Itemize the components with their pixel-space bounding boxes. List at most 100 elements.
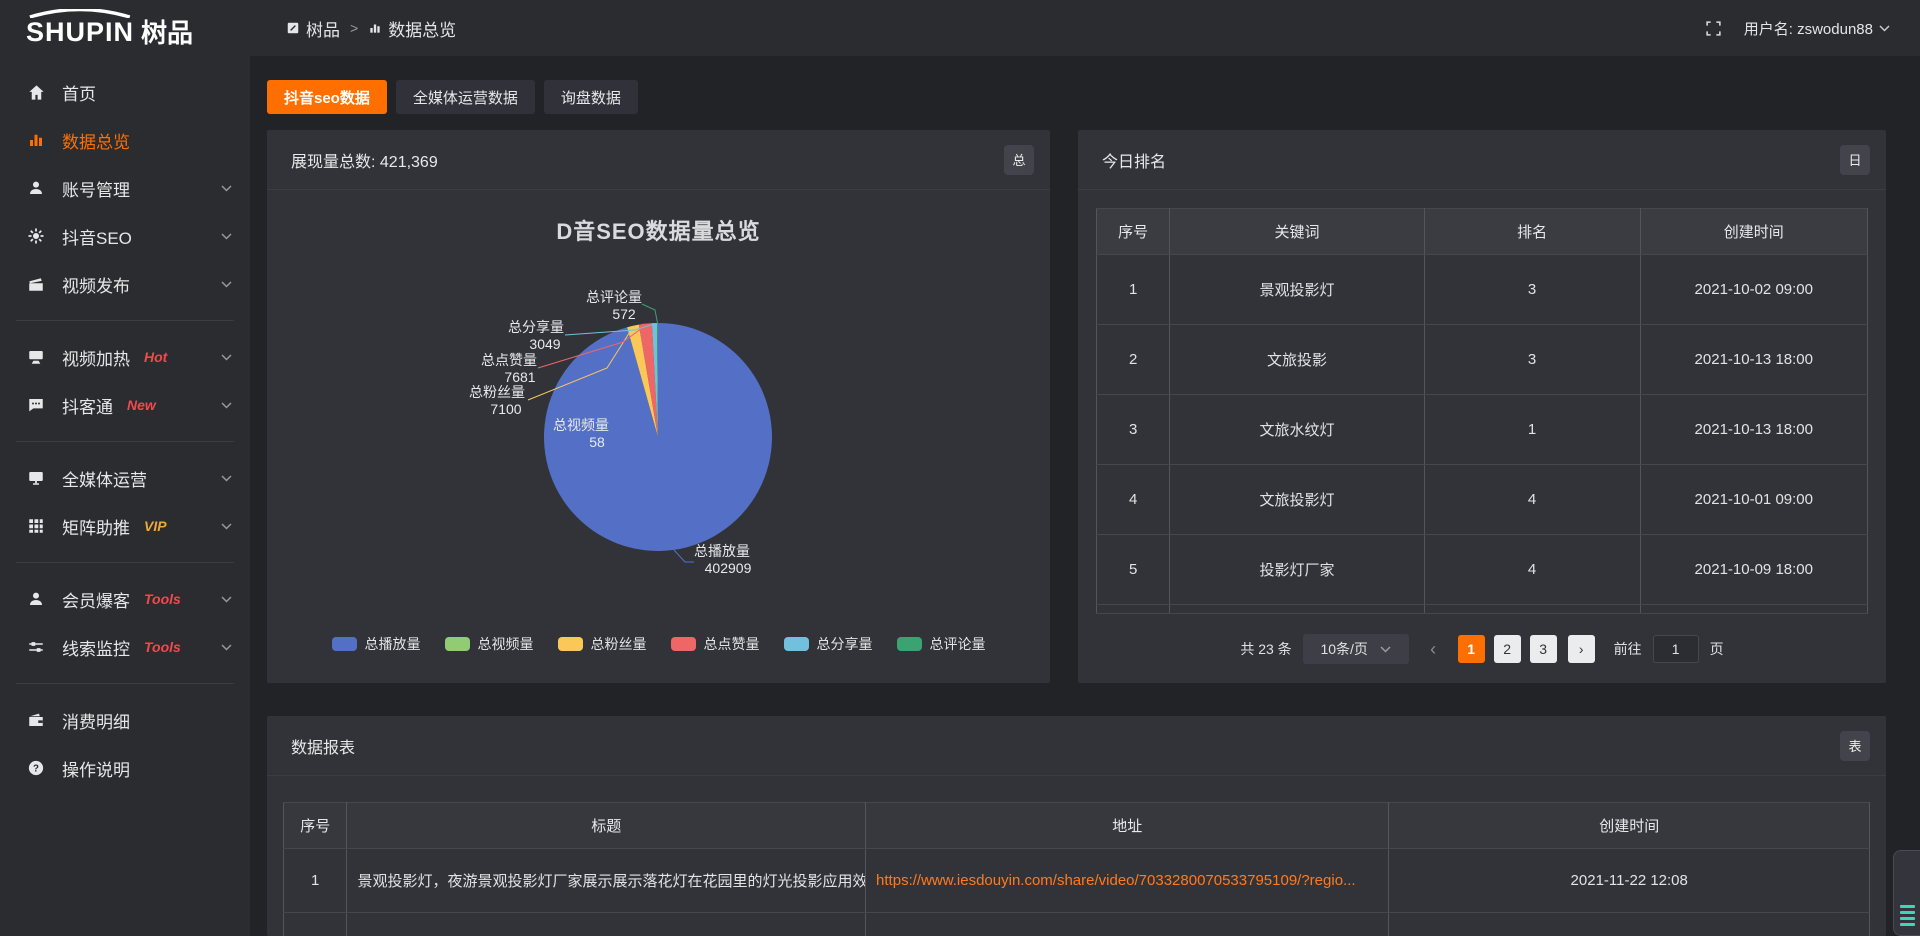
wallet-icon [26,711,46,729]
pie-chart: D音SEO数据量总览 总播放量402909总视频量58总粉丝量7100总点赞量7… [267,190,1050,682]
legend-item-总视频量[interactable]: 总视频量 [445,634,534,654]
chart-legend: 总播放量 总视频量 总粉丝量 总点赞量 总分享量 总评论量 [267,634,1050,654]
sidebar-item-label: 抖音SEO [62,224,132,249]
table-row-partial [284,913,1870,936]
fullscreen-icon[interactable] [1705,20,1722,37]
page-size-select[interactable]: 10条/页 [1303,634,1409,664]
tab-1[interactable]: 全媒体运营数据 [396,80,535,114]
legend-swatch [558,637,583,651]
main-content: 抖音seo数据全媒体运营数据询盘数据 展现量总数: 421,369 总 D音SE… [250,56,1920,936]
tab-0[interactable]: 抖音seo数据 [267,80,387,114]
overview-panel-title: 展现量总数: 421,369 [291,148,438,172]
legend-item-总分享量[interactable]: 总分享量 [784,634,873,654]
sidebar-item-bar-chart[interactable]: 数据总览 [0,116,250,164]
column-header: 序号 [1097,209,1170,255]
goto-page-input[interactable] [1653,635,1699,663]
column-header: 创建时间 [1389,803,1870,849]
page-button-3[interactable]: 3 [1530,635,1557,663]
sidebar-item-heat[interactable]: 视频加热Hot [0,333,250,381]
sidebar-divider [16,320,234,321]
legend-swatch [332,637,357,651]
legend-item-总播放量[interactable]: 总播放量 [332,634,421,654]
page-button-1[interactable]: 1 [1458,635,1485,663]
pie-label-name: 总播放量 [694,543,750,559]
sidebar-item-help[interactable]: ?操作说明 [0,744,250,792]
prev-page-button[interactable]: ‹ [1420,635,1447,663]
sidebar-item-gear[interactable]: 抖音SEO [0,212,250,260]
breadcrumb-current[interactable]: 数据总览 [368,16,456,41]
sidebar-item-label: 首页 [62,80,96,105]
chevron-down-icon [221,475,232,482]
table-row: 5投影灯厂家42021-10-09 18:00 [1097,535,1868,605]
sidebar-item-video[interactable]: 视频发布 [0,260,250,308]
video-icon [26,275,46,293]
pie-chart-canvas: 总播放量402909总视频量58总粉丝量7100总点赞量7681总分享量3049… [267,190,1050,620]
report-title-cell: 景观投影灯，夜游景观投影灯厂家展示展示落花灯在花园里的灯光投影应用效果 # [347,849,866,913]
username-label: 用户名: zswodun88 [1744,18,1873,39]
table-row-partial [1097,605,1868,614]
member-icon [26,590,46,608]
sidebar-item-user[interactable]: 账号管理 [0,164,250,212]
table-row: 1景观投影灯32021-10-02 09:00 [1097,255,1868,325]
sidebar-item-label: 账号管理 [62,176,130,201]
sidebar-item-tag: Hot [144,349,167,365]
breadcrumb: 树品 > 数据总览 [286,16,456,41]
bar-chart-icon [26,131,46,149]
chat-icon [26,396,46,414]
sidebar-item-label: 数据总览 [62,128,130,153]
sidebar-item-filter[interactable]: 线索监控Tools [0,623,250,671]
monitor-icon [26,469,46,487]
report-link[interactable]: https://www.iesdouyin.com/share/video/70… [876,872,1356,889]
top-bar: SHUPIN 树品 树品 > 数据总览 用户名: zswodun88 [0,0,1920,56]
column-header: 标题 [347,803,866,849]
svg-text:?: ? [33,763,39,774]
tab-2[interactable]: 询盘数据 [544,80,638,114]
next-page-button[interactable]: › [1568,635,1595,663]
chevron-down-icon [221,402,232,409]
sidebar-item-grid[interactable]: 矩阵助推VIP [0,502,250,550]
sidebar-item-label: 矩阵助推 [62,514,130,539]
sidebar-item-home[interactable]: 首页 [0,68,250,116]
column-header: 序号 [284,803,347,849]
home-icon [26,83,46,102]
chevron-down-icon [221,281,232,288]
column-header: 地址 [866,803,1389,849]
pie-label-name: 总粉丝量 [469,384,525,400]
page-button-2[interactable]: 2 [1494,635,1521,663]
pie-label-name: 总点赞量 [481,352,537,368]
sidebar-divider [16,562,234,563]
legend-swatch [445,637,470,651]
floating-widget[interactable] [1893,850,1920,936]
pie-label-line [642,304,658,323]
sidebar-divider [16,441,234,442]
overview-badge-button[interactable]: 总 [1004,145,1034,175]
sidebar-item-wallet[interactable]: 消费明细 [0,696,250,744]
sidebar-item-tag: Tools [144,639,181,655]
pie-label-line [674,550,694,562]
report-table: 序号标题地址创建时间 1景观投影灯，夜游景观投影灯厂家展示展示落花灯在花园里的灯… [283,802,1870,936]
sidebar-item-label: 抖客通 [62,393,113,418]
user-menu[interactable]: 用户名: zswodun88 [1744,18,1890,39]
legend-item-总评论量[interactable]: 总评论量 [897,634,986,654]
table-row: 1景观投影灯，夜游景观投影灯厂家展示展示落花灯在花园里的灯光投影应用效果 #ht… [284,849,1870,913]
pie-label-value: 58 [589,434,605,450]
pie-label-value: 3049 [529,336,560,352]
ranking-badge-button[interactable]: 日 [1840,145,1870,175]
legend-item-总粉丝量[interactable]: 总粉丝量 [558,634,647,654]
sidebar-item-monitor[interactable]: 全媒体运营 [0,454,250,502]
gear-icon [26,227,46,245]
sidebar-item-member[interactable]: 会员爆客Tools [0,575,250,623]
heat-icon [26,348,46,366]
report-panel: 数据报表 表 序号标题地址创建时间 1景观投影灯，夜游景观投影灯厂家展示展示落花… [267,716,1886,936]
sidebar-item-chat[interactable]: 抖客通New [0,381,250,429]
breadcrumb-home[interactable]: 树品 [286,16,340,41]
legend-item-总点赞量[interactable]: 总点赞量 [671,634,760,654]
goto-label: 前往 [1614,639,1642,659]
overview-panel: 展现量总数: 421,369 总 D音SEO数据量总览 总播放量402909总视… [267,130,1050,683]
report-badge-button[interactable]: 表 [1840,731,1870,761]
edit-icon [286,21,300,35]
filter-icon [26,638,46,656]
app-logo: SHUPIN 树品 [0,7,250,50]
pie-label-value: 7681 [504,369,535,385]
ranking-panel-title: 今日排名 [1102,148,1166,172]
